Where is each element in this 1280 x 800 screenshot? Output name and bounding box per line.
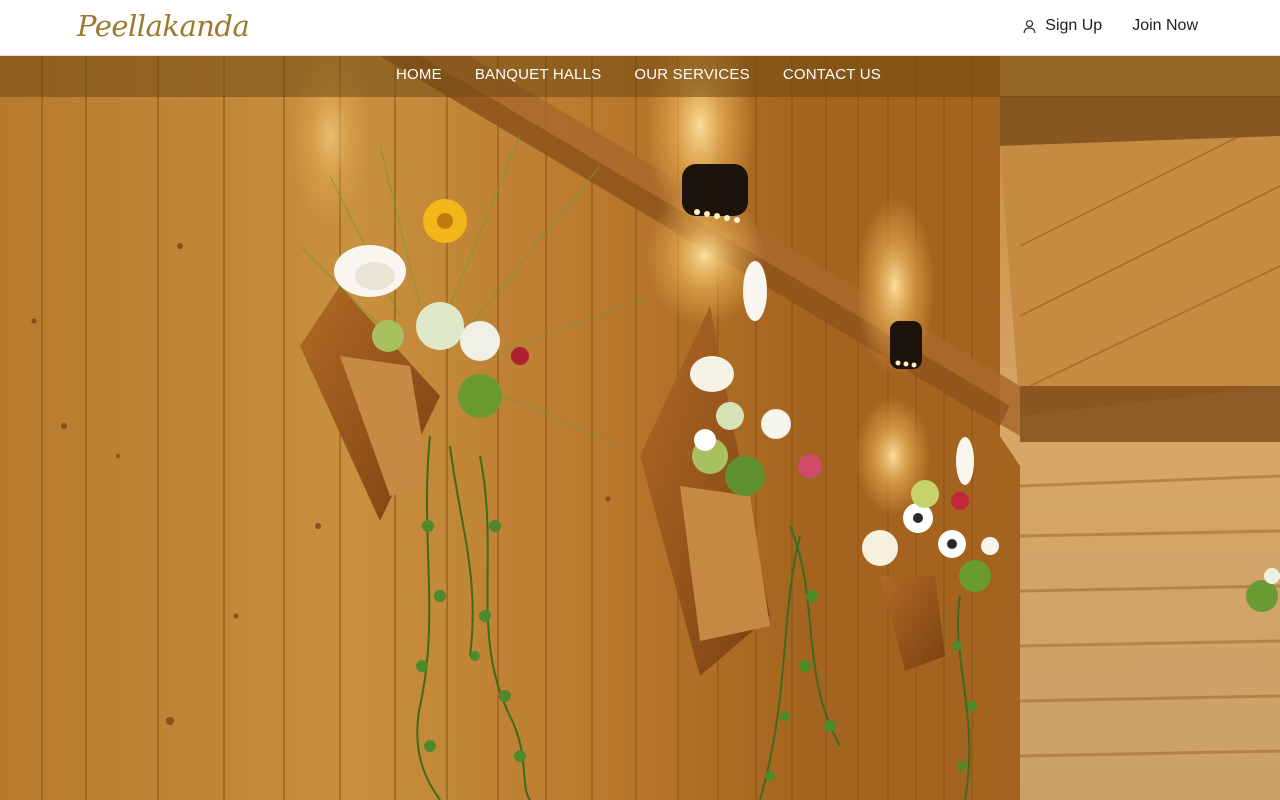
sign-up-label: Sign Up xyxy=(1045,17,1103,34)
user-icon xyxy=(1023,19,1036,33)
join-now-label: Join Now xyxy=(1132,17,1198,34)
join-now-link[interactable]: Join Now xyxy=(1132,17,1198,35)
wall-lamp xyxy=(682,164,748,216)
auth-links: Sign Up Join Now xyxy=(1022,17,1198,35)
nav-contact-us[interactable]: CONTACT US xyxy=(783,66,881,83)
hero-image xyxy=(0,56,1280,800)
nav-home[interactable]: HOME xyxy=(396,66,442,83)
site-header: Peellakanda Sign Up Join Now xyxy=(0,0,1280,56)
main-navbar: HOME BANQUET HALLS OUR SERVICES CONTACT … xyxy=(0,56,1280,97)
nav-banquet-halls[interactable]: BANQUET HALLS xyxy=(475,66,602,83)
nav-our-services[interactable]: OUR SERVICES xyxy=(634,66,750,83)
nav-menu: HOME BANQUET HALLS OUR SERVICES CONTACT … xyxy=(396,66,914,83)
site-logo[interactable]: Peellakanda xyxy=(77,9,250,43)
hero-wood-wall-scene xyxy=(0,56,1280,800)
sign-up-link[interactable]: Sign Up xyxy=(1022,17,1102,35)
